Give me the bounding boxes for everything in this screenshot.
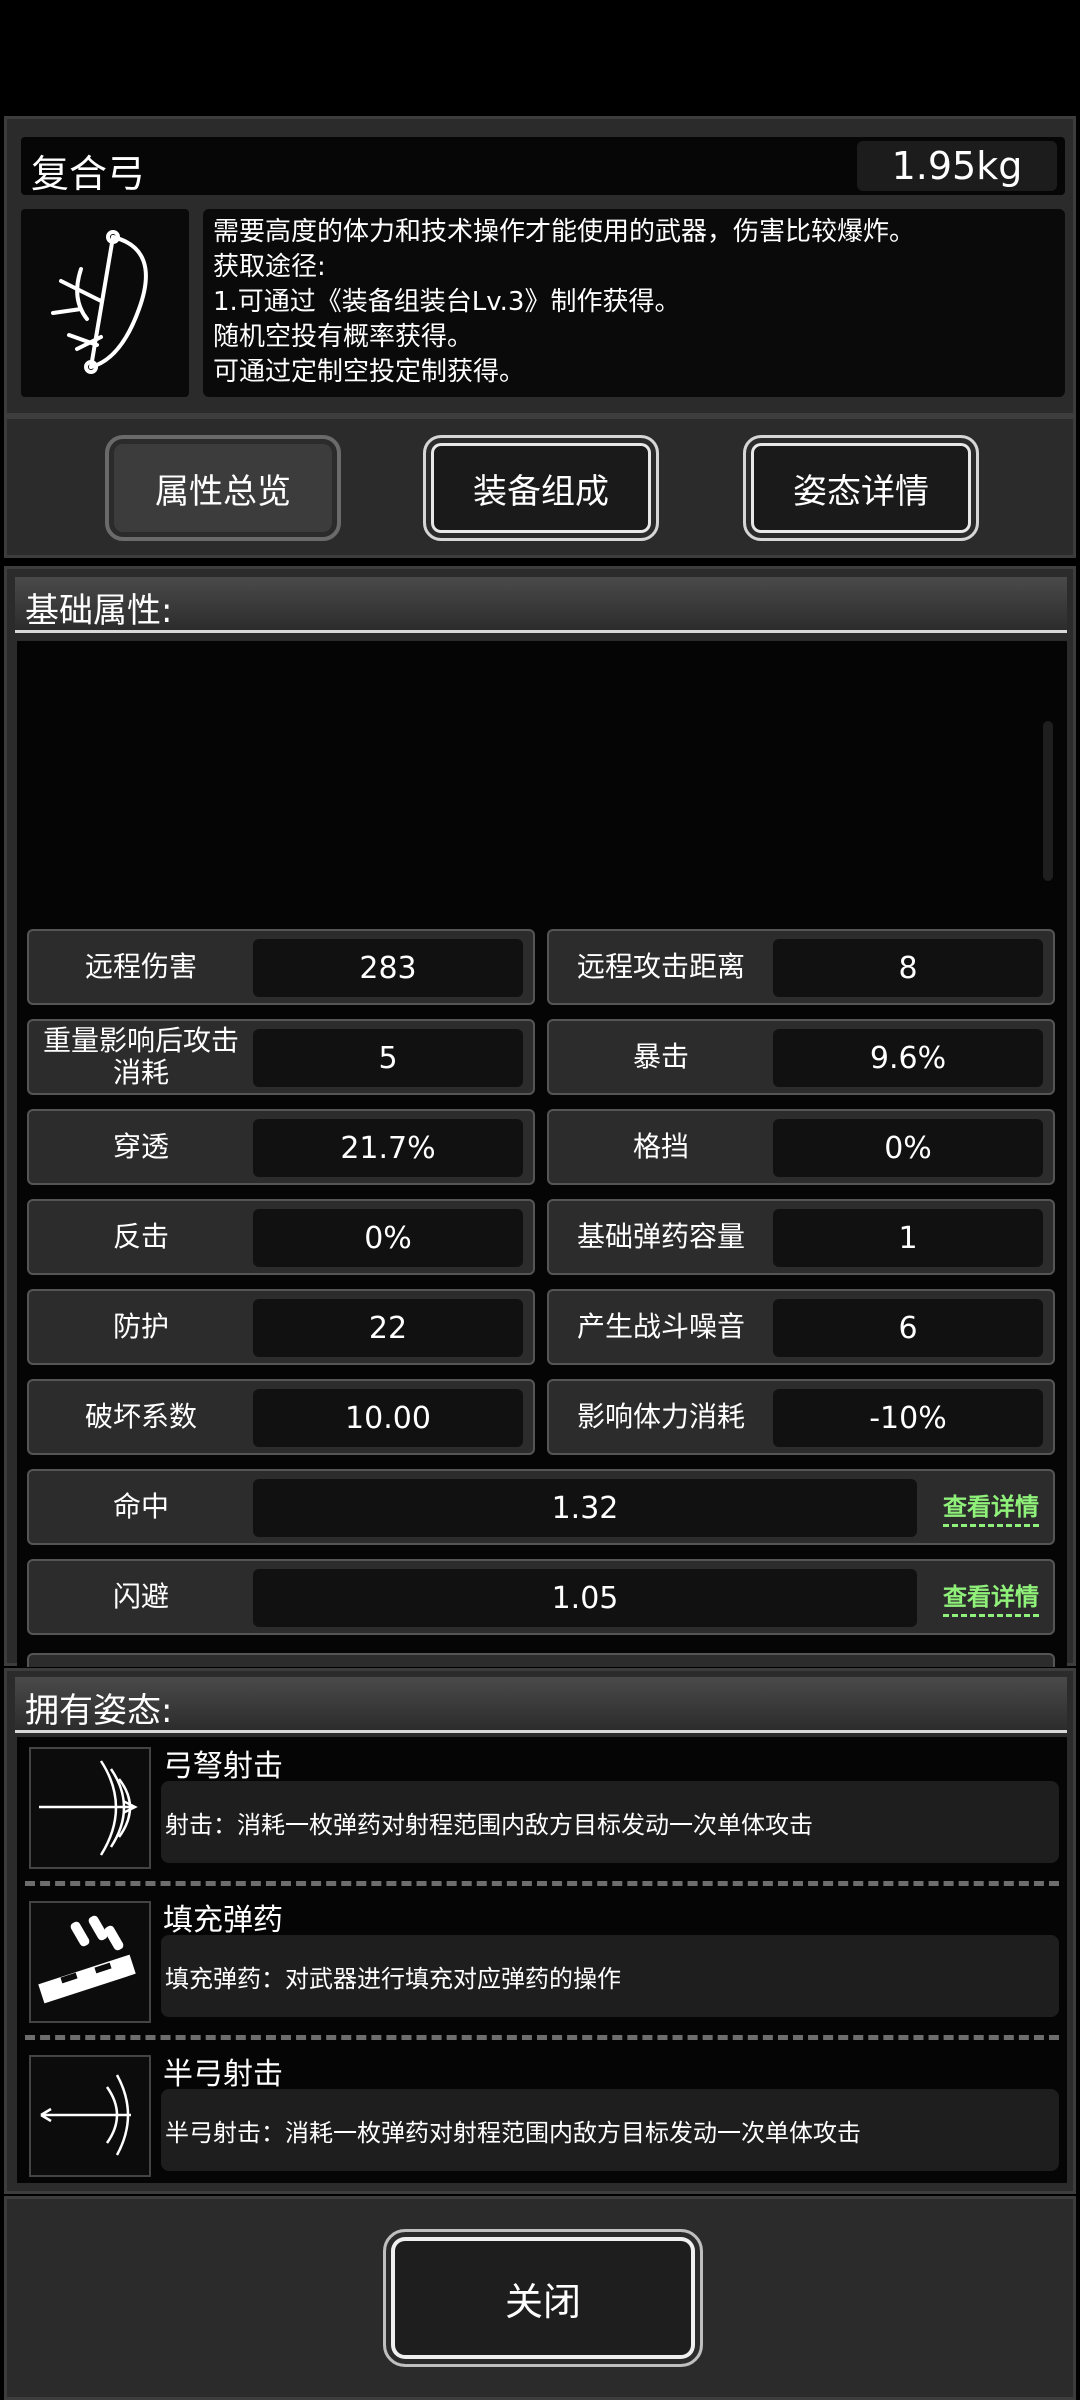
stat-value: 1 — [773, 1209, 1043, 1267]
stat-destruction: 破坏系数 10.00 — [27, 1379, 535, 1455]
poses-panel: 拥有姿态: 弓弩射击 射击：消耗一枚弹药对射程范围内敌方目标发动一次单体攻击 填… — [4, 1668, 1076, 2194]
stat-label: 防护 — [112, 1310, 169, 1343]
stat-label: 基础弹药容量 — [576, 1220, 745, 1253]
pose-description: 填充弹药：对武器进行填充对应弹药的操作 — [161, 1935, 1059, 2017]
stat-value: 9.6% — [773, 1029, 1043, 1087]
stat-value: 0% — [773, 1119, 1043, 1177]
pose-item[interactable]: 半弓射击 半弓射击：消耗一枚弹药对射程范围内敌方目标发动一次单体攻击 — [17, 2045, 1067, 2195]
reload-ammo-icon — [29, 1901, 151, 2023]
view-details-link[interactable]: 查看详情 — [943, 1577, 1039, 1617]
stat-value: 5 — [253, 1029, 523, 1087]
pose-item[interactable]: 弓弩射击 射击：消耗一枚弹药对射程范围内敌方目标发动一次单体攻击 — [17, 1737, 1067, 1887]
bottom-bar: 关闭 — [4, 2196, 1076, 2400]
stat-label: 破坏系数 — [84, 1400, 197, 1433]
compound-bow-icon — [21, 209, 189, 397]
divider — [25, 1881, 1059, 1886]
tab-bar: 属性总览 装备组成 姿态详情 — [4, 416, 1076, 558]
base-attributes-panel: 基础属性: 远程伤害 283 远程攻击距离 8 重量影响后攻击消耗 5 暴击 9… — [4, 566, 1076, 1667]
desc-line: 获取途径: — [213, 252, 326, 282]
stat-value: -10% — [773, 1389, 1043, 1447]
pose-description: 射击：消耗一枚弹药对射程范围内敌方目标发动一次单体攻击 — [161, 1781, 1059, 1863]
stat-label: 远程攻击距离 — [576, 950, 745, 983]
stat-block: 格挡 0% — [547, 1109, 1055, 1185]
stat-value: 283 — [253, 939, 523, 997]
stat-value: 6 — [773, 1299, 1043, 1357]
stat-value: 10.00 — [253, 1389, 523, 1447]
tab-attribute-overview[interactable]: 属性总览 — [105, 435, 341, 541]
tab-equipment-composition[interactable]: 装备组成 — [423, 435, 659, 541]
pose-description: 半弓射击：消耗一枚弹药对射程范围内敌方目标发动一次单体攻击 — [161, 2089, 1059, 2171]
pose-name: 弓弩射击 — [163, 1749, 283, 1784]
scrollbar[interactable] — [1043, 721, 1053, 881]
title-bar: 复合弓 1.95kg — [21, 137, 1065, 196]
stat-stamina-cost: 影响体力消耗 -10% — [547, 1379, 1055, 1455]
pose-name: 半弓射击 — [163, 2057, 283, 2092]
pose-item[interactable]: 填充弹药 填充弹药：对武器进行填充对应弹药的操作 — [17, 1891, 1067, 2041]
stat-label: 命中 — [112, 1490, 169, 1523]
stat-label: 格挡 — [632, 1130, 689, 1163]
stat-label: 影响体力消耗 — [576, 1400, 745, 1433]
stat-dodge: 闪避 1.05 查看详情 — [27, 1559, 1055, 1635]
stat-weight-attack-cost: 重量影响后攻击消耗 5 — [27, 1019, 535, 1095]
stat-value: 22 — [253, 1299, 523, 1357]
stat-label: 重量影响后攻击消耗 — [42, 1024, 239, 1089]
item-description: 需要高度的体力和技术操作才能使用的武器，伤害比较爆炸。 获取途径: 1.可通过《… — [203, 209, 1065, 397]
bow-shot-icon — [29, 1747, 151, 1869]
close-button[interactable]: 关闭 — [383, 2229, 703, 2367]
stat-protection: 防护 22 — [27, 1289, 535, 1365]
stat-value: 21.7% — [253, 1119, 523, 1177]
stat-label: 穿透 — [112, 1130, 169, 1163]
stat-accuracy: 命中 1.32 查看详情 — [27, 1469, 1055, 1545]
stat-value: 0% — [253, 1209, 523, 1267]
stat-value: 8 — [773, 939, 1043, 997]
desc-line: 随机空投有概率获得。 — [213, 322, 474, 352]
pose-name: 填充弹药 — [163, 1903, 283, 1938]
stat-ranged-damage: 远程伤害 283 — [27, 929, 535, 1005]
stat-penetration: 穿透 21.7% — [27, 1109, 535, 1185]
item-name: 复合弓 — [31, 152, 146, 196]
desc-line: 1.可通过《装备组装台Lv.3》制作获得。 — [213, 287, 681, 317]
item-header-panel: 复合弓 1.95kg 需要高度的体力和技术操作才能使用的武器，伤害比较爆炸。 获… — [4, 116, 1076, 416]
stat-label: 反击 — [112, 1220, 169, 1253]
stat-ammo-capacity: 基础弹药容量 1 — [547, 1199, 1055, 1275]
stat-label: 远程伤害 — [84, 950, 197, 983]
stat-label: 暴击 — [632, 1040, 689, 1073]
poses-heading: 拥有姿态: — [15, 1677, 1067, 1733]
stat-ranged-range: 远程攻击距离 8 — [547, 929, 1055, 1005]
view-details-link[interactable]: 查看详情 — [943, 1487, 1039, 1527]
base-attributes-heading: 基础属性: — [15, 577, 1067, 633]
desc-line: 需要高度的体力和技术操作才能使用的武器，伤害比较爆炸。 — [213, 217, 916, 247]
stat-combat-noise: 产生战斗噪音 6 — [547, 1289, 1055, 1365]
stat-value: 1.05 — [253, 1569, 917, 1627]
stat-row-partial — [27, 1653, 1055, 1667]
stat-value: 1.32 — [253, 1479, 917, 1537]
item-weight: 1.95kg — [857, 141, 1057, 191]
tab-pose-details[interactable]: 姿态详情 — [743, 435, 979, 541]
stat-label: 闪避 — [112, 1580, 169, 1613]
stat-critical: 暴击 9.6% — [547, 1019, 1055, 1095]
stat-counter: 反击 0% — [27, 1199, 535, 1275]
half-bow-shot-icon — [29, 2055, 151, 2177]
poses-scroll-area[interactable]: 弓弩射击 射击：消耗一枚弹药对射程范围内敌方目标发动一次单体攻击 填充弹药 填充… — [17, 1737, 1067, 2183]
stat-label: 产生战斗噪音 — [576, 1310, 745, 1343]
divider — [25, 2035, 1059, 2040]
desc-line: 可通过定制空投定制获得。 — [213, 357, 526, 387]
